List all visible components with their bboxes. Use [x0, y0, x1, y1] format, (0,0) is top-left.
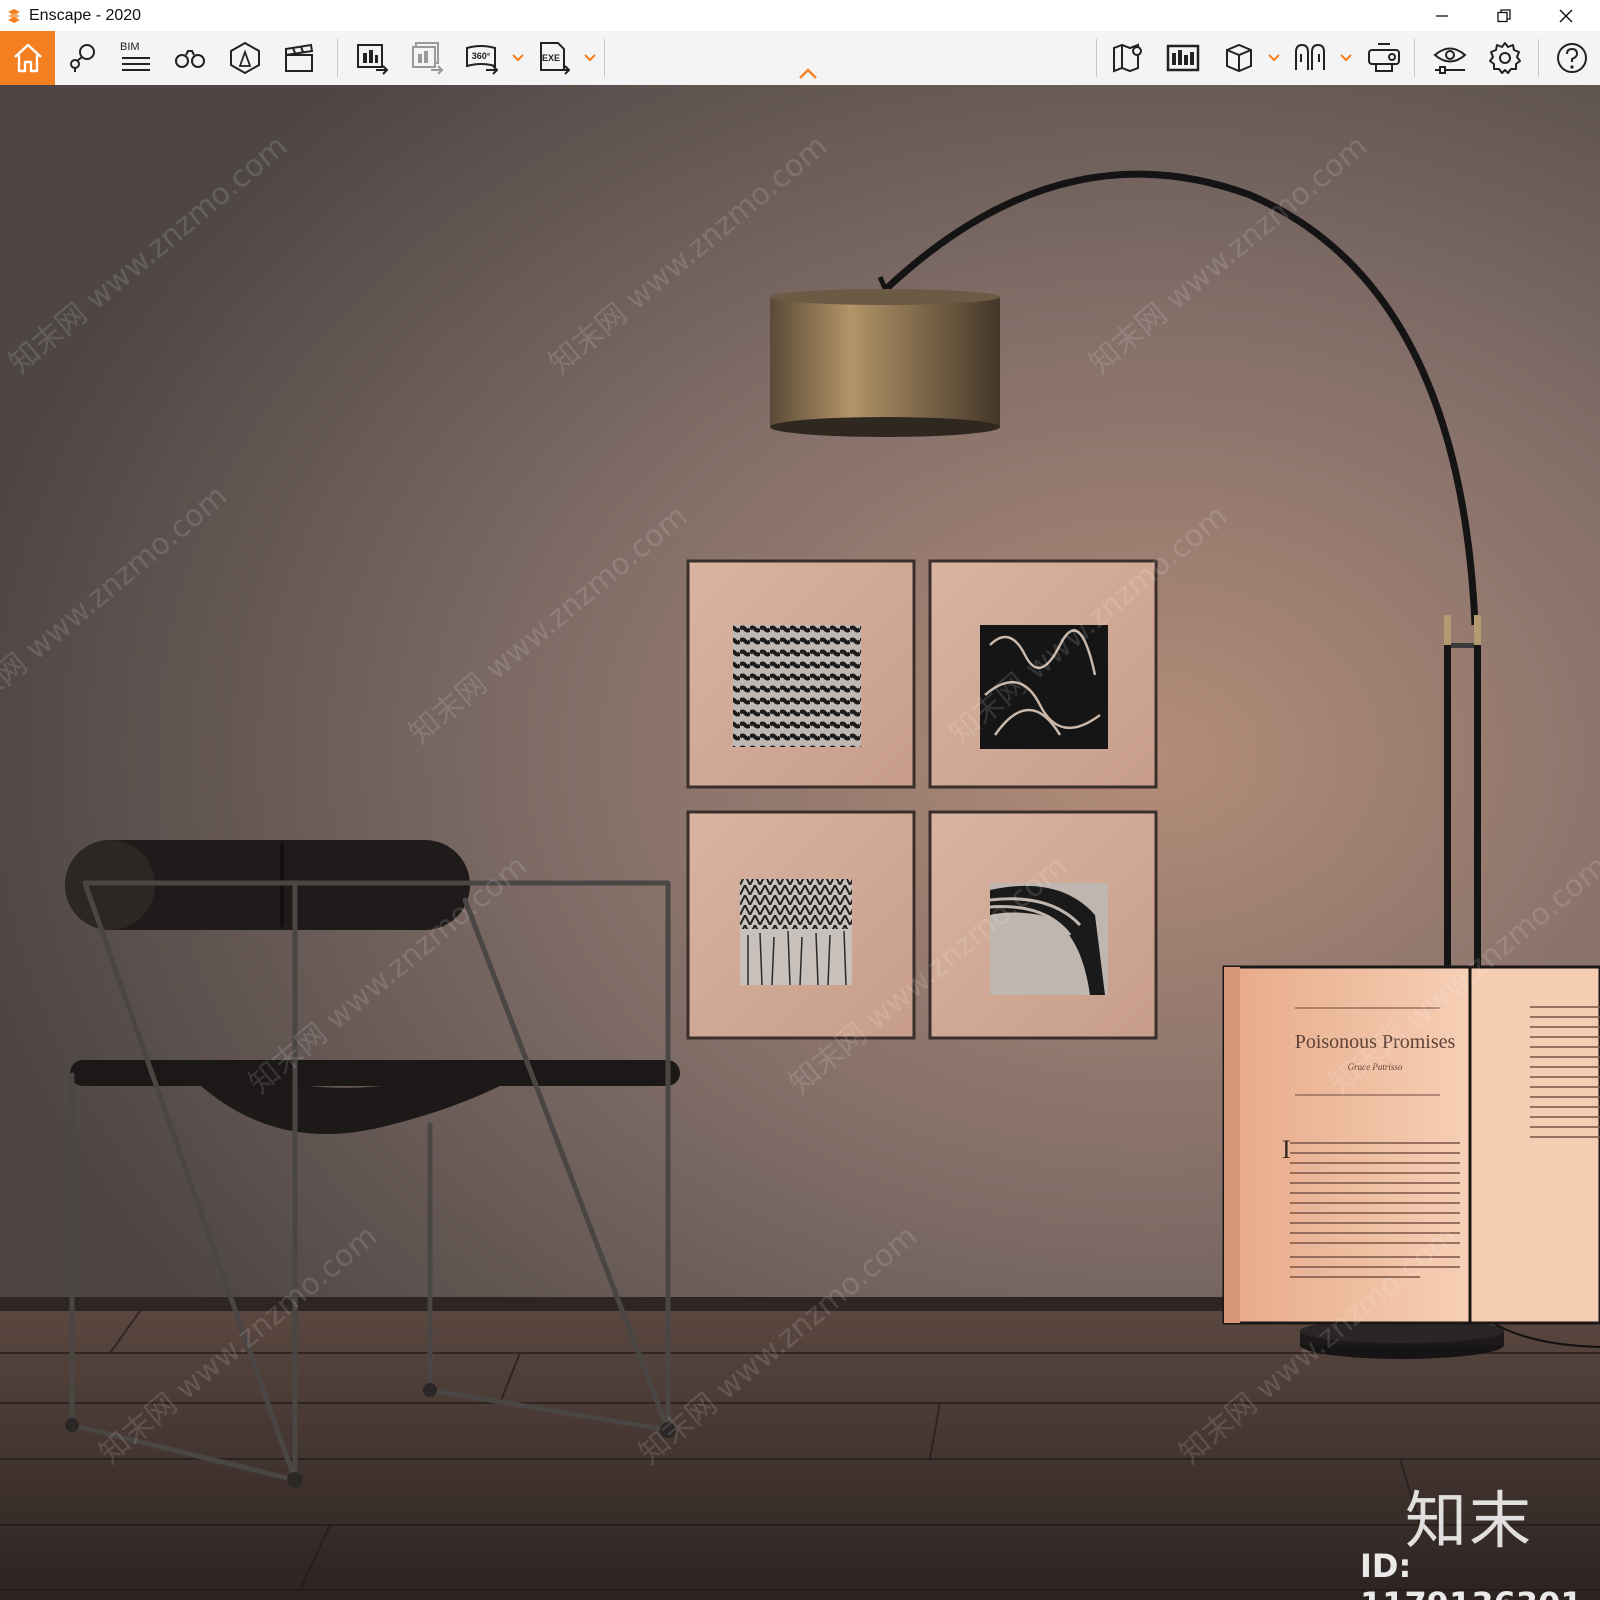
restore-icon — [1497, 8, 1511, 22]
export-exe-icon: EXE — [540, 42, 571, 75]
minimap-icon — [1166, 44, 1200, 72]
map-button[interactable] — [1102, 31, 1154, 85]
toolbar-separator — [604, 39, 605, 77]
enscape-toolbar: BIM 360° EXE — [0, 31, 1600, 86]
settings-button[interactable] — [1479, 31, 1531, 85]
bim-label: BIM — [120, 41, 140, 53]
vr-headset-icon — [1295, 43, 1325, 70]
batch-render-icon — [412, 42, 444, 75]
binoculars-icon — [175, 50, 205, 68]
collaboration-icon — [1368, 43, 1400, 72]
chevron-down-icon — [584, 54, 596, 62]
visual-settings-button[interactable] — [1424, 31, 1476, 85]
panorama-dropdown[interactable] — [510, 31, 526, 85]
toolbar-separator — [1414, 39, 1415, 77]
asset-library-icon — [230, 41, 260, 75]
svg-text:I: I — [1282, 1135, 1291, 1164]
render-viewport[interactable]: Poisonous Promises Grace Patrisso I 知末网 … — [0, 85, 1600, 1600]
export-exe-button[interactable]: EXE — [528, 31, 580, 85]
export-dropdown[interactable] — [582, 31, 598, 85]
cube-view-icon — [1226, 43, 1252, 73]
clapperboard-video-icon — [285, 43, 314, 72]
map-pin-views-icon — [70, 44, 95, 72]
collaboration-button[interactable] — [1358, 31, 1410, 85]
minimap-button[interactable] — [1157, 31, 1209, 85]
views-button[interactable] — [57, 31, 109, 85]
toolbar-separator — [1538, 39, 1539, 77]
scene-render: Poisonous Promises Grace Patrisso I 知末网 … — [0, 85, 1600, 1600]
vr-button[interactable] — [1284, 31, 1336, 85]
map-icon — [1113, 43, 1142, 73]
view-cube-button[interactable] — [1213, 31, 1265, 85]
enscape-logo-icon — [8, 8, 20, 23]
panorama-360-icon: 360° — [466, 45, 499, 75]
visual-settings-icon — [1433, 47, 1467, 74]
svg-text:EXE: EXE — [542, 53, 560, 63]
chevron-down-icon — [512, 54, 524, 62]
chevron-down-icon — [1340, 54, 1352, 62]
help-icon — [1557, 43, 1587, 73]
toolbar-separator — [1096, 39, 1097, 77]
panorama-button[interactable]: 360° — [456, 31, 508, 85]
vr-dropdown[interactable] — [1338, 31, 1354, 85]
render-image-icon — [357, 44, 389, 75]
view-dropdown[interactable] — [1266, 31, 1282, 85]
home-icon — [13, 43, 42, 73]
settings-gear-icon — [1489, 42, 1521, 74]
toolbar-separator — [337, 39, 338, 77]
home-button[interactable] — [0, 31, 55, 85]
close-icon — [1559, 9, 1573, 22]
minimize-icon — [1436, 14, 1448, 17]
title-bar: Enscape - 2020 — [0, 0, 1600, 31]
restore-button[interactable] — [1478, 0, 1530, 31]
bim-info-button[interactable] — [110, 31, 162, 85]
minimize-button[interactable] — [1416, 0, 1468, 31]
asset-library-button[interactable] — [219, 31, 271, 85]
help-button[interactable] — [1546, 31, 1598, 85]
collapse-toolbar-button[interactable] — [796, 65, 820, 83]
chevron-down-icon — [1268, 54, 1280, 62]
window-title: Enscape - 2020 — [29, 6, 142, 24]
video-editor-button[interactable] — [273, 31, 325, 85]
svg-text:360°: 360° — [472, 51, 491, 61]
walk-mode-button[interactable] — [164, 31, 216, 85]
chevron-up-icon — [799, 68, 817, 79]
batch-render-button[interactable] — [401, 31, 453, 85]
close-button[interactable] — [1540, 0, 1592, 31]
render-image-button[interactable] — [346, 31, 398, 85]
watermark-id: ID: 1179136301 — [1360, 1547, 1583, 1600]
